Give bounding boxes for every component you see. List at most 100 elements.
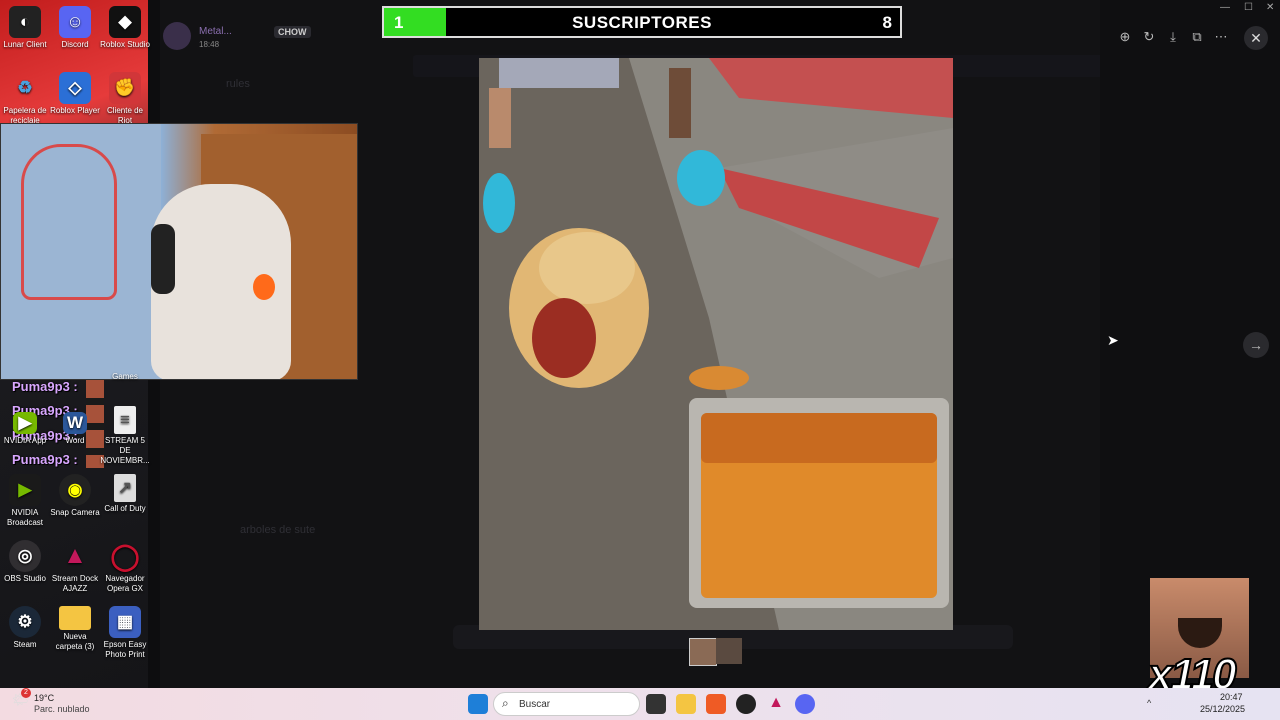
opera-gx-icon: ◯ xyxy=(110,541,140,571)
desktop-icon-label: Navegador Opera GX xyxy=(105,574,145,593)
desktop-icon-lunar-client[interactable]: ◐ Lunar Client xyxy=(0,6,50,50)
document-icon: ≡ xyxy=(114,406,136,434)
desktop-icon-recycle-bin[interactable]: ♻ Papelera de reciclaje xyxy=(0,72,50,126)
steam-icon: ⚙ xyxy=(9,606,41,638)
desktop-icon-snap-camera[interactable]: ◉ Snap Camera xyxy=(50,474,100,518)
desktop-icon-nvidia-broadcast[interactable]: ▶ NVIDIA Broadcast xyxy=(0,474,50,528)
riot-client-icon: ✊ xyxy=(109,72,141,104)
desktop-icon-label: Stream Dock AJAZZ xyxy=(51,574,99,593)
desktop-icon-discord[interactable]: ☺ Discord xyxy=(50,6,100,50)
subscriber-goal-title: SUSCRIPTORES xyxy=(572,13,712,32)
desktop-icon-label: NVIDIA Broadcast xyxy=(6,508,44,527)
chat-username: Puma9p3 : xyxy=(12,379,78,394)
obs-icon: ◎ xyxy=(9,540,41,572)
roblox-player-icon: ◇ xyxy=(59,72,91,104)
desktop-icon-opera-gx[interactable]: ◯ Navegador Opera GX xyxy=(100,540,150,594)
recycle-bin-icon: ♻ xyxy=(17,78,33,97)
epson-icon: ▦ xyxy=(109,606,141,638)
desktop-icon-label: Snap Camera xyxy=(50,508,100,517)
task-view-icon[interactable] xyxy=(646,694,666,714)
search-icon: ⌕ xyxy=(502,696,509,710)
photo-scene xyxy=(479,58,953,630)
desktop-icon-label: Nueva carpeta (3) xyxy=(55,632,95,651)
desktop-icon-epson[interactable]: ▦ Epson Easy Photo Print xyxy=(100,606,150,660)
snap-camera-icon: ◉ xyxy=(59,474,91,506)
channel-rules[interactable]: rules xyxy=(226,78,250,90)
desktop-icon-label: Word xyxy=(65,436,85,445)
desktop-icon-stream-file[interactable]: ≡ STREAM 5 DE NOVIEMBR... xyxy=(100,406,150,466)
user-tag-badge: CHOW xyxy=(274,26,311,38)
user-tag-text: CHOW xyxy=(278,27,307,37)
desktop-icon-steam[interactable]: ⚙ Steam xyxy=(0,606,50,650)
user-name[interactable]: Metal... xyxy=(199,26,232,37)
desktop-icon-new-folder[interactable]: Nueva carpeta (3) xyxy=(50,606,100,652)
clock-date[interactable]: 25/12/2025 xyxy=(1200,704,1245,714)
desktop-icon-label: Steam xyxy=(13,640,37,649)
desktop-icon-label: Call of Duty xyxy=(104,504,146,513)
taskbar-search[interactable]: ⌕ Buscar xyxy=(493,692,640,716)
open-external-icon[interactable]: ⧉ xyxy=(1188,28,1206,46)
weather-desc[interactable]: Parc. nublado xyxy=(34,704,90,714)
wall-drawing xyxy=(21,144,117,300)
thumbnail-2[interactable] xyxy=(716,638,742,664)
window-close-icon[interactable]: ✕ xyxy=(1266,2,1274,13)
subscriber-target: 8 xyxy=(882,13,892,32)
subscriber-goal-bar: 1 SUSCRIPTORES 8 xyxy=(382,6,902,38)
stream-dock-icon: ▲ xyxy=(63,542,87,569)
weather-badge: 2 xyxy=(21,688,31,698)
desktop-icon-roblox-player[interactable]: ◇ Roblox Player xyxy=(50,72,100,116)
emote-mouth xyxy=(1178,618,1222,648)
desktop-icon-label: Roblox Studio xyxy=(100,40,150,49)
desktop-icon-call-of-duty[interactable]: ↗ Call of Duty xyxy=(100,474,150,514)
desktop-icon-games[interactable]: Games xyxy=(100,372,150,382)
channel-arboles[interactable]: arboles de sute xyxy=(240,524,315,536)
desktop-icon-obs[interactable]: ◎ OBS Studio xyxy=(0,540,50,584)
desktop-icon-label: Discord xyxy=(61,40,89,49)
download-icon[interactable]: ⤓ xyxy=(1164,28,1182,46)
nvidia-app-icon: ▶ xyxy=(13,412,37,434)
desktop-icon-label: STREAM 5 DE NOVIEMBR... xyxy=(100,436,150,465)
user-avatar[interactable] xyxy=(163,22,191,50)
nvidia-broadcast-icon: ▶ xyxy=(9,474,41,506)
minimize-icon[interactable]: — xyxy=(1220,2,1230,13)
weather-temp[interactable]: 19°C xyxy=(34,693,54,703)
carrot-nose xyxy=(253,274,275,300)
close-viewer-button[interactable]: ✕ xyxy=(1244,26,1268,50)
more-options-icon[interactable]: ⋯ xyxy=(1212,28,1230,46)
desktop-icon-label: Roblox Player xyxy=(50,106,100,115)
file-explorer-icon[interactable] xyxy=(676,694,696,714)
lunar-client-icon: ◐ xyxy=(9,6,41,38)
taskbar: 🌤 2 19°C Parc. nublado ⌕ Buscar ▲ ^ 20:4… xyxy=(0,688,1280,720)
desktop-icon-label: OBS Studio xyxy=(4,574,46,583)
desktop-icon-roblox-studio[interactable]: ◆ Roblox Studio xyxy=(100,6,150,50)
chat-username: Puma9p3 : xyxy=(12,452,78,467)
image-viewer-photo[interactable] xyxy=(479,58,953,630)
desktop-icon-riot-client[interactable]: ✊ Cliente de Riot xyxy=(100,72,150,126)
discord-icon: ☺ xyxy=(59,6,91,38)
clock-time[interactable]: 20:47 xyxy=(1220,692,1243,702)
desktop-icon-nvidia-app[interactable]: ▶ NVIDIA App xyxy=(0,412,50,446)
folder-icon xyxy=(59,606,91,630)
search-placeholder: Buscar xyxy=(519,699,551,710)
rotate-icon[interactable]: ↻ xyxy=(1140,28,1158,46)
discord-taskbar-icon[interactable] xyxy=(795,694,815,714)
shortcut-file-icon: ↗ xyxy=(114,474,136,502)
stream-dock-taskbar-icon[interactable]: ▲ xyxy=(766,694,786,714)
brave-browser-icon[interactable] xyxy=(706,694,726,714)
headphones xyxy=(151,224,175,294)
desktop-icon-label: Epson Easy Photo Print xyxy=(103,640,147,659)
maximize-icon[interactable]: ☐ xyxy=(1244,2,1253,13)
zoom-in-icon[interactable]: ⊕ xyxy=(1116,28,1134,46)
desktop-icon-label: Lunar Client xyxy=(3,40,47,49)
thumbnail-1[interactable] xyxy=(689,638,717,666)
tray-chevron-icon[interactable]: ^ xyxy=(1147,698,1151,708)
roblox-studio-icon: ◆ xyxy=(109,6,141,38)
desktop-icon-stream-dock[interactable]: ▲ Stream Dock AJAZZ xyxy=(50,540,100,594)
user-timestamp: 18:48 xyxy=(199,40,220,49)
start-windows-icon[interactable] xyxy=(468,694,488,714)
mouse-cursor-icon: ➤ xyxy=(1107,332,1119,348)
app-icon[interactable] xyxy=(736,694,756,714)
next-image-button[interactable]: → xyxy=(1243,332,1269,358)
desktop-icon-word[interactable]: W Word xyxy=(50,412,100,446)
desktop-icon-label: Games xyxy=(112,372,138,381)
